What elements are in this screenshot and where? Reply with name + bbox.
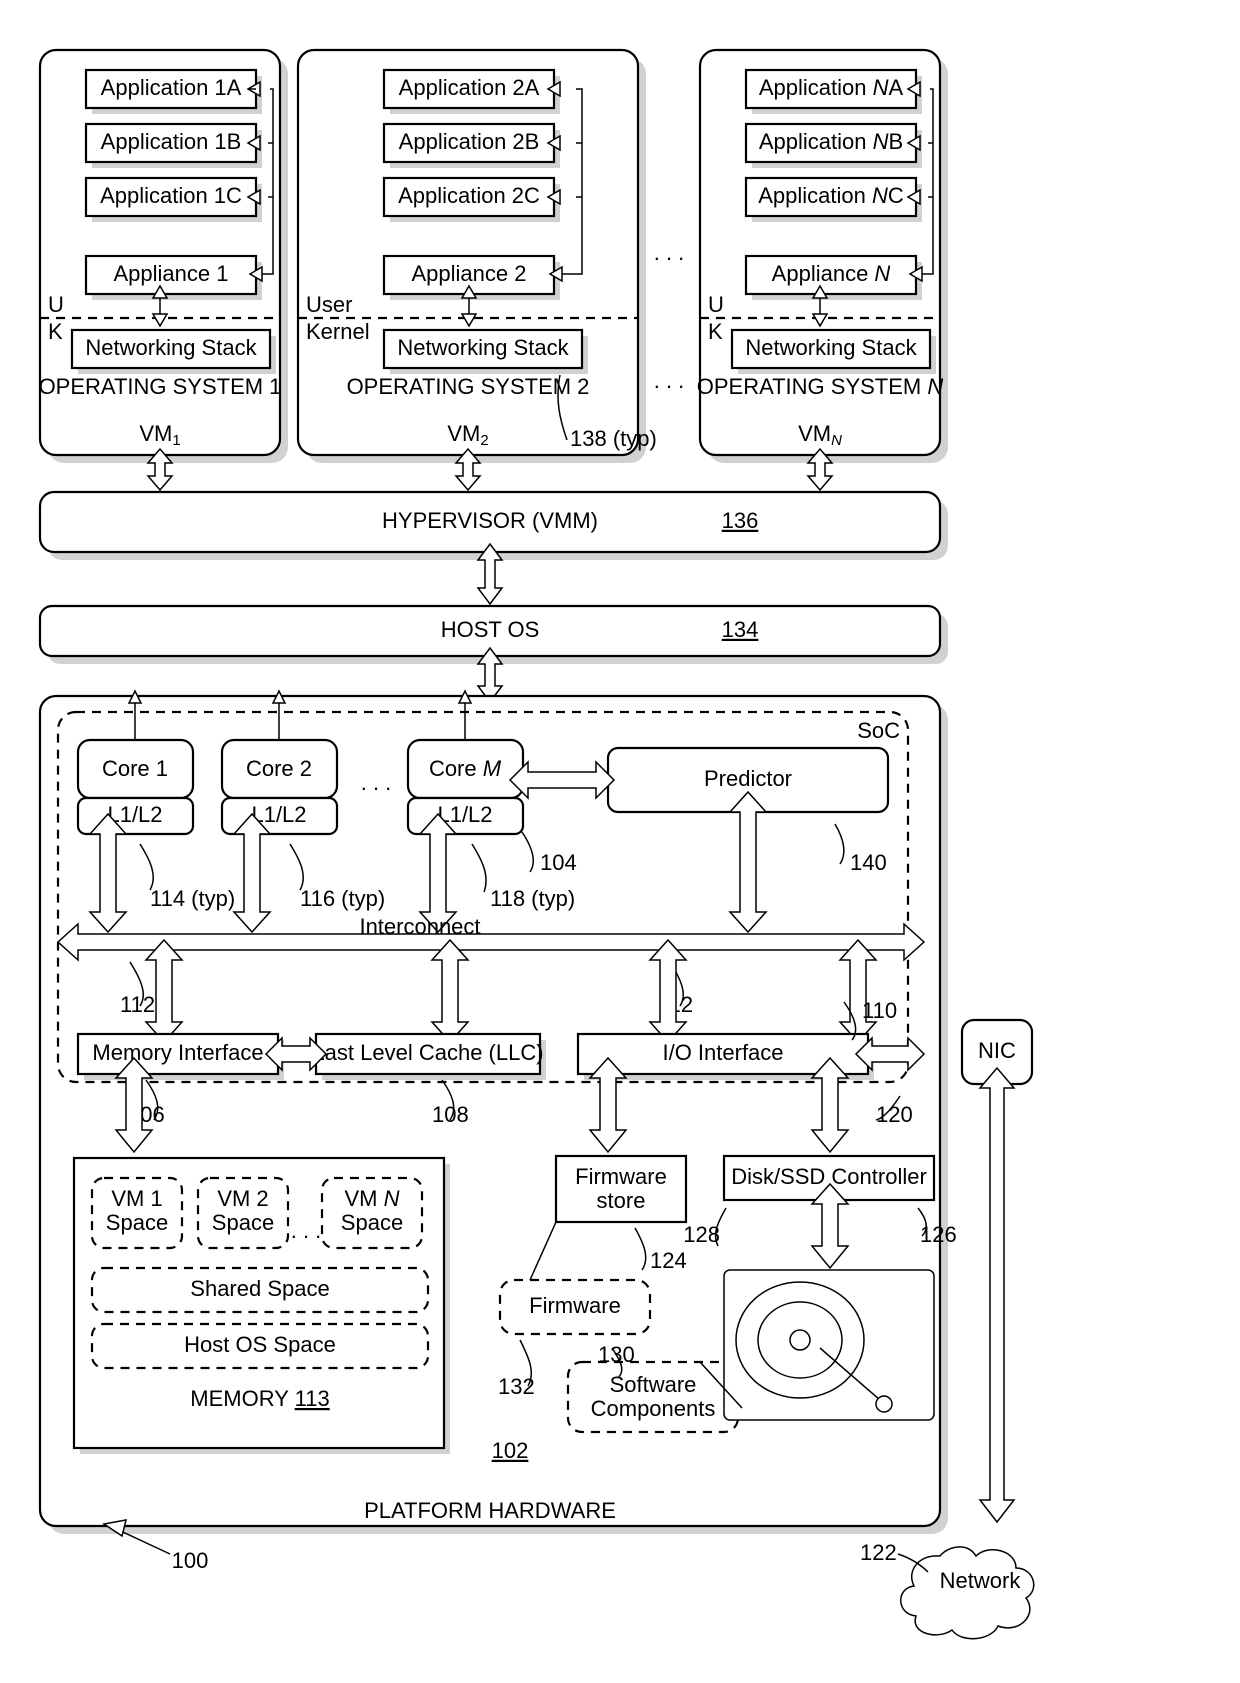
svg-text:Application NA: Application NA <box>759 75 904 100</box>
ref-124: 124 <box>650 1248 687 1273</box>
svg-text:MEMORY 113: MEMORY 113 <box>190 1386 329 1411</box>
vm1-app-1b: Application 1B <box>101 129 242 154</box>
ref-104: 104 <box>540 850 577 875</box>
hypervisor-label: HYPERVISOR (VMM) <box>382 508 598 533</box>
shared-space: Shared Space <box>190 1276 329 1301</box>
vm2-k: Kernel <box>306 319 370 344</box>
svg-text:VM 1: VM 1 <box>111 1186 162 1211</box>
hard-disk-icon <box>724 1270 934 1420</box>
vm2-app-2a: Application 2A <box>399 75 540 100</box>
ref-102: 102 <box>492 1438 529 1463</box>
ref-120: 120 <box>876 1102 913 1127</box>
svg-text:OPERATING SYSTEM N: OPERATING SYSTEM N <box>697 374 944 399</box>
llc: Last Level Cache (LLC) <box>312 1040 543 1065</box>
ref-138: 138 (typ) <box>570 426 657 451</box>
svg-text:Core M: Core M <box>429 756 502 781</box>
vm1-appliance: Appliance 1 <box>114 261 229 286</box>
soc-label: SoC <box>857 718 900 743</box>
predictor: Predictor <box>704 766 792 791</box>
svg-text:VM 2: VM 2 <box>217 1186 268 1211</box>
vm1-app-1c: Application 1C <box>100 183 242 208</box>
svg-text:Appliance N: Appliance N <box>772 261 891 286</box>
firmware: Firmware <box>529 1293 621 1318</box>
ref-118: 118 (typ) <box>490 886 575 911</box>
core2: Core 2 <box>246 756 312 781</box>
network-label: Network <box>940 1568 1022 1593</box>
interconnect-label: Interconnect <box>359 914 480 939</box>
ref-134: 134 <box>722 617 759 642</box>
dots-vm: . . . <box>654 240 685 265</box>
svg-text:Space: Space <box>341 1210 403 1235</box>
svg-text:Space: Space <box>212 1210 274 1235</box>
vm1-stack: Networking Stack <box>85 335 257 360</box>
ref-108: 108 <box>432 1102 469 1127</box>
vmN: Application NA Application NB Applicatio… <box>697 50 948 463</box>
vm2-app-2c: Application 2C <box>398 183 540 208</box>
vm2: Application 2A Application 2B Applicatio… <box>298 50 657 463</box>
ref-140: 140 <box>850 850 887 875</box>
vmN-u: U <box>708 292 724 317</box>
vm2-appliance: Appliance 2 <box>412 261 527 286</box>
ref-132: 132 <box>498 1374 535 1399</box>
dots-vm2: . . . <box>654 368 685 393</box>
svg-text:Software: Software <box>610 1372 697 1397</box>
hostos-label: HOST OS <box>441 617 540 642</box>
svg-text:Firmware: Firmware <box>575 1164 667 1189</box>
ref-100: 100 <box>172 1548 209 1573</box>
ref-116: 116 (typ) <box>300 886 385 911</box>
vm1-os: OPERATING SYSTEM 1 <box>39 374 282 399</box>
ref-128: 128 <box>683 1222 720 1247</box>
svg-text:Application NC: Application NC <box>758 183 904 208</box>
vmN-k: K <box>708 319 723 344</box>
vm1-u: U <box>48 292 64 317</box>
ref-130: 130 <box>598 1342 635 1367</box>
ref-112a: 112 <box>120 992 155 1017</box>
svg-text:store: store <box>597 1188 646 1213</box>
ref-122: 122 <box>860 1540 897 1565</box>
svg-text:. . .: . . . <box>361 770 392 795</box>
network-cloud: Network <box>901 1547 1034 1639</box>
vm2-stack: Networking Stack <box>397 335 569 360</box>
vm1: Application 1A Application 1B Applicatio… <box>39 50 288 463</box>
vmN-stack: Networking Stack <box>745 335 917 360</box>
vm1-k: K <box>48 319 63 344</box>
vm2-os: OPERATING SYSTEM 2 <box>347 374 590 399</box>
ref-136: 136 <box>722 508 759 533</box>
svg-text:Space: Space <box>106 1210 168 1235</box>
svg-text:Components: Components <box>591 1396 716 1421</box>
vm2-app-2b: Application 2B <box>399 129 540 154</box>
ref-114: 114 (typ) <box>150 886 235 911</box>
ref-126: 126 <box>920 1222 957 1247</box>
svg-text:. . .: . . . <box>291 1218 322 1243</box>
vm2-u: User <box>306 292 352 317</box>
vm1-app-1a: Application 1A <box>101 75 242 100</box>
platform-label: PLATFORM HARDWARE <box>364 1498 616 1523</box>
memif: Memory Interface <box>92 1040 263 1065</box>
hostos-space: Host OS Space <box>184 1332 336 1357</box>
svg-text:Application NB: Application NB <box>759 129 903 154</box>
ref-110: 110 <box>862 998 897 1023</box>
core1: Core 1 <box>102 756 168 781</box>
ioif: I/O Interface <box>662 1040 783 1065</box>
svg-text:VM N: VM N <box>344 1186 399 1211</box>
diagram-root: Application 1A Application 1B Applicatio… <box>0 0 1240 1683</box>
nic: NIC <box>978 1038 1016 1063</box>
